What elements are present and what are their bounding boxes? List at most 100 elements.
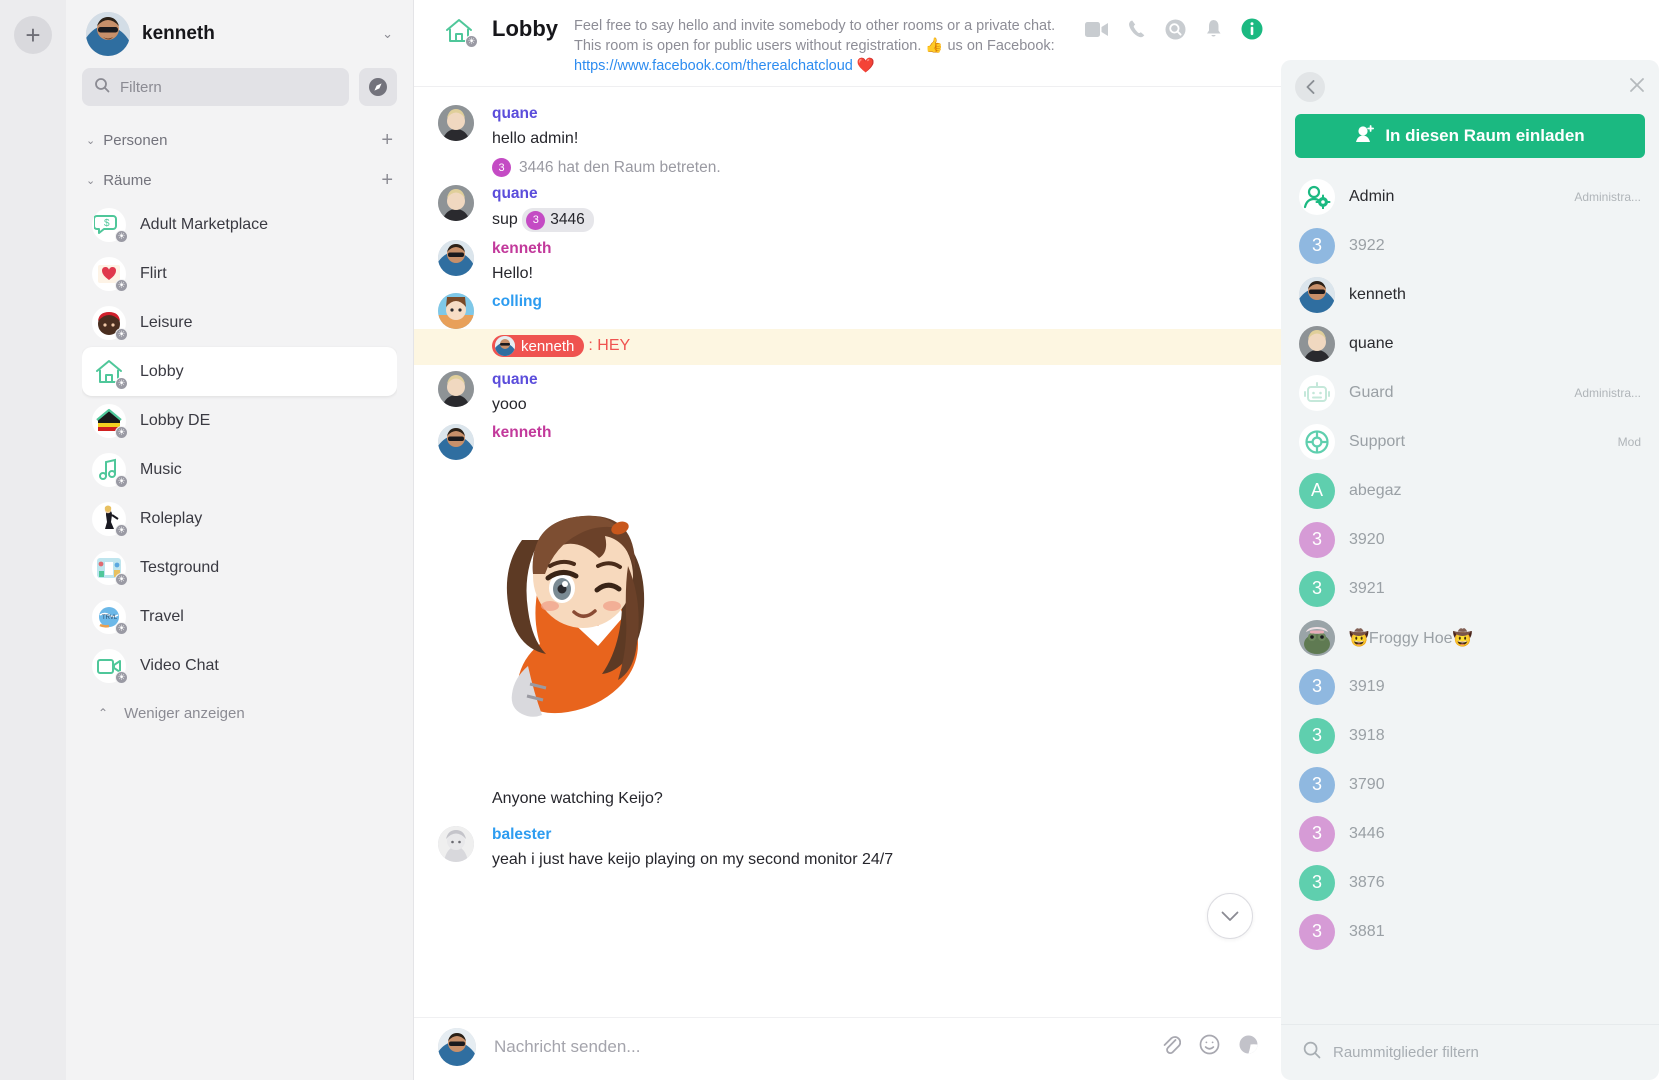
- message-author[interactable]: colling: [492, 293, 1257, 311]
- chat-app: + kenneth ⌄ Filtern ⌄ Personen + ⌄ Räume…: [0, 0, 1671, 1080]
- sidebar-item-roleplay[interactable]: ☀ Roleplay: [82, 494, 397, 543]
- member-row[interactable]: 3 3920: [1289, 515, 1651, 564]
- avatar[interactable]: [438, 185, 474, 221]
- close-icon[interactable]: [1629, 76, 1645, 99]
- thumbs-up-icon: 👍: [925, 38, 944, 54]
- message-author[interactable]: kenneth: [492, 424, 1257, 442]
- member-row[interactable]: 3 3876: [1289, 858, 1651, 907]
- sidebar-item-adult-marketplace[interactable]: $ ☀ Adult Marketplace: [82, 200, 397, 249]
- member-row[interactable]: 3 3922: [1289, 221, 1651, 270]
- member-row[interactable]: 3 3790: [1289, 760, 1651, 809]
- anime-girl-sticker[interactable]: [470, 470, 1281, 770]
- sidebar-filter-row: [82, 68, 397, 106]
- member-row[interactable]: quane: [1289, 319, 1651, 368]
- message-text: Anyone watching Keijo?: [492, 790, 663, 807]
- message-author[interactable]: kenneth: [492, 240, 1257, 258]
- sidebar-item-leisure[interactable]: ☀ Leisure: [82, 298, 397, 347]
- group-header-personen[interactable]: ⌄ Personen +: [82, 120, 397, 160]
- member-name: 🤠Froggy Hoe🤠: [1349, 629, 1473, 647]
- svg-text:TRVL: TRVL: [102, 615, 118, 621]
- message-prefix: sup: [492, 211, 523, 229]
- sidebar-item-lobby-de[interactable]: ☀ Lobby DE: [82, 396, 397, 445]
- chevron-left-icon[interactable]: [1295, 72, 1325, 102]
- sidebar-item-testground[interactable]: ☀ Testground: [82, 543, 397, 592]
- add-person-button[interactable]: +: [381, 129, 393, 152]
- member-name: 3919: [1349, 677, 1385, 695]
- add-room-button[interactable]: +: [381, 169, 393, 192]
- sidebar-item-music[interactable]: ☀ Music: [82, 445, 397, 494]
- attachment-icon[interactable]: [1160, 1034, 1182, 1060]
- sticker-container: [414, 460, 1281, 774]
- member-role: Mod: [1617, 434, 1641, 449]
- member-row[interactable]: 🤠Froggy Hoe🤠: [1289, 613, 1651, 662]
- member-row[interactable]: 3 3921: [1289, 564, 1651, 613]
- info-icon[interactable]: [1241, 18, 1263, 40]
- message-author[interactable]: quane: [492, 371, 1257, 389]
- message-author[interactable]: quane: [492, 105, 1257, 123]
- invite-to-room-button[interactable]: In diesen Raum einladen: [1295, 114, 1645, 158]
- member-row[interactable]: 3 3881: [1289, 907, 1651, 956]
- sidebar-item-flirt[interactable]: ☀ Flirt: [82, 249, 397, 298]
- system-message-text: 3446 hat den Raum betreten.: [519, 158, 721, 176]
- search-box[interactable]: [82, 68, 349, 106]
- compass-icon[interactable]: [359, 68, 397, 106]
- scroll-to-bottom-button[interactable]: [1207, 893, 1253, 939]
- member-row[interactable]: Support Mod: [1289, 417, 1651, 466]
- member-row[interactable]: Aabegaz: [1289, 466, 1651, 515]
- search-icon[interactable]: [1165, 19, 1186, 40]
- sidebar-item-travel[interactable]: TRVL ☀ Travel: [82, 592, 397, 641]
- user-badge: 3: [526, 210, 546, 230]
- member-row[interactable]: Admin Administra...: [1289, 172, 1651, 221]
- message-item: quane sup 3 3446: [414, 179, 1281, 234]
- member-row[interactable]: 3 3919: [1289, 662, 1651, 711]
- room-list: $ ☀ Adult Marketplace ☀ Flirt ☀ Leisure ☀ Lobby ☀…: [82, 200, 397, 690]
- room-avatar-icon: ☀: [92, 648, 128, 684]
- sidebar-item-video-chat[interactable]: ☀ Video Chat: [82, 641, 397, 690]
- member-row[interactable]: kenneth: [1289, 270, 1651, 319]
- mention-chip[interactable]: kenneth: [492, 335, 585, 357]
- avatar[interactable]: [438, 293, 474, 329]
- message-author[interactable]: balester: [492, 826, 1257, 844]
- composer-icon-group: [1160, 1034, 1259, 1060]
- message-item: colling: [414, 287, 1281, 329]
- sidebar-item-label: Lobby: [140, 362, 184, 380]
- sidebar-user-row[interactable]: kenneth ⌄: [82, 0, 397, 68]
- phone-icon[interactable]: [1127, 19, 1147, 39]
- member-row[interactable]: Guard Administra...: [1289, 368, 1651, 417]
- add-button[interactable]: +: [14, 16, 52, 54]
- message-text: : HEY: [588, 337, 631, 354]
- search-input[interactable]: [120, 78, 337, 96]
- member-filter-row[interactable]: [1281, 1024, 1659, 1080]
- facebook-link[interactable]: https://www.facebook.com/therealchatclou…: [574, 58, 853, 74]
- show-less-button[interactable]: ⌃ Weniger anzeigen: [82, 690, 397, 736]
- room-avatar-icon: ☀: [92, 550, 128, 586]
- globe-icon: ☀: [465, 35, 478, 48]
- message-input[interactable]: [494, 1037, 1142, 1057]
- room-home-icon: ☀: [442, 14, 478, 48]
- member-row[interactable]: 3 3918: [1289, 711, 1651, 760]
- member-row[interactable]: 3 3446: [1289, 809, 1651, 858]
- avatar[interactable]: [438, 826, 474, 862]
- globe-icon: ☀: [115, 621, 128, 635]
- message-item: quane yooo: [414, 365, 1281, 418]
- avatar[interactable]: [438, 105, 474, 141]
- member-name: 3790: [1349, 775, 1385, 793]
- member-filter-input[interactable]: [1333, 1044, 1637, 1061]
- group-header-raume[interactable]: ⌄ Räume +: [82, 160, 397, 200]
- avatar: [495, 336, 515, 356]
- avatar[interactable]: [438, 240, 474, 276]
- message-text: yooo: [492, 396, 527, 413]
- avatar[interactable]: [438, 424, 474, 460]
- mention-label: kenneth: [521, 337, 575, 355]
- message-author[interactable]: quane: [492, 185, 1257, 203]
- bell-icon[interactable]: [1204, 19, 1223, 40]
- mention-chip[interactable]: 3 3446: [522, 208, 594, 232]
- sidebar-item-lobby[interactable]: ☀ Lobby: [82, 347, 397, 396]
- video-camera-icon[interactable]: [1085, 21, 1109, 38]
- message-item: Anyone watching Keijo?: [414, 774, 1281, 812]
- chevron-down-icon[interactable]: ⌄: [382, 26, 393, 42]
- avatar: 3: [1299, 227, 1335, 264]
- sticker-icon[interactable]: [1238, 1034, 1259, 1060]
- avatar[interactable]: [438, 371, 474, 407]
- emoji-icon[interactable]: [1199, 1034, 1220, 1060]
